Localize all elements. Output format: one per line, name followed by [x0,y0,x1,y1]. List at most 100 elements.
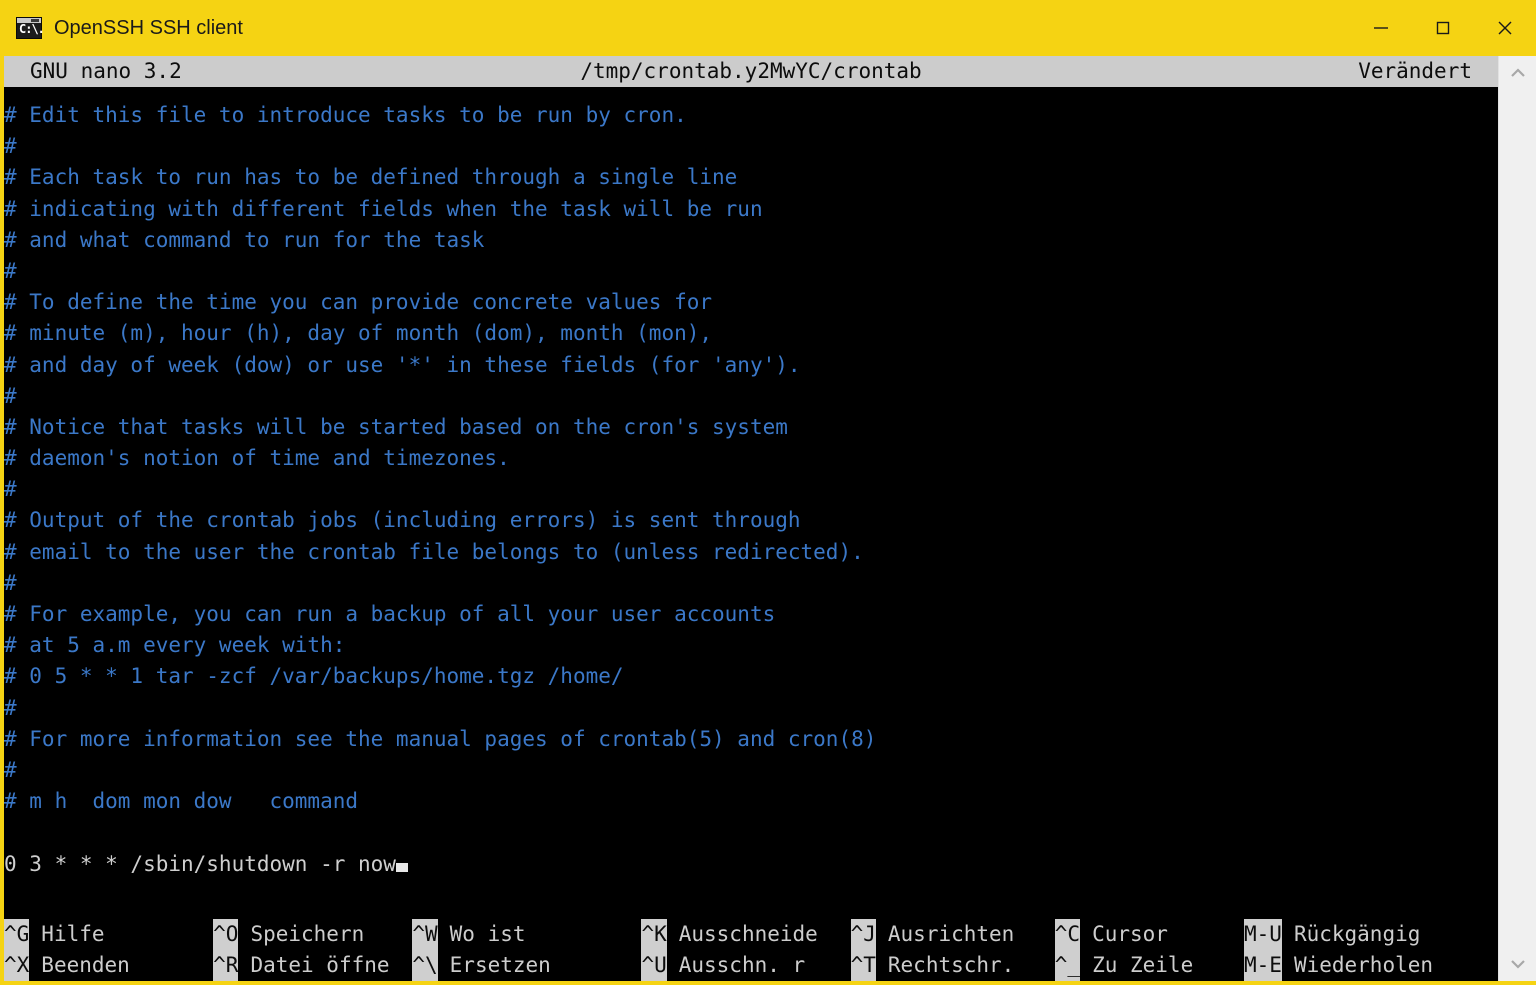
shortcut-item[interactable]: ^\ Ersetzen [412,950,642,981]
nano-modified-status: Verändert [1358,59,1472,83]
shortcut-key: ^R [213,950,239,981]
terminal-surface[interactable]: GNU nano 3.2 /tmp/crontab.y2MwYC/crontab… [4,56,1498,981]
shortcut-label: Wo ist [437,919,642,950]
editor-line: # For example, you can run a backup of a… [4,599,1498,630]
scroll-down-button[interactable] [1499,947,1536,981]
console-icon: C:\. [16,17,45,39]
editor-line: # m h dom mon dow command [4,786,1498,817]
editor-line: # For more information see the manual pa… [4,724,1498,755]
shortcut-item[interactable]: ^W Wo ist [412,919,642,950]
editor-line: # Notice that tasks will be started base… [4,412,1498,443]
scroll-up-button[interactable] [1499,56,1536,90]
shortcut-label: Speichern [238,919,413,950]
shortcut-key: M-E [1244,950,1282,981]
shortcut-key: ^X [4,950,30,981]
editor-line-text: # To define the time you can provide con… [4,290,713,315]
minimize-icon [1374,27,1388,29]
editor-line-text: # and day of week (dow) or use '*' in th… [4,352,801,377]
shortcut-row-2: ^X Beenden ^R Datei öffne ^\ Ersetzen ^U Aussch… [4,950,1498,981]
shortcut-item[interactable]: ^K Ausschneide [641,919,851,950]
shortcut-label: Rückgängig [1281,919,1498,950]
shortcut-label: Zu Zeile [1080,950,1245,981]
editor-line: # 0 5 * * 1 tar -zcf /var/backups/home.t… [4,661,1498,692]
editor-line-text: # Output of the crontab jobs (including … [4,508,801,533]
editor-line-text: # daemon's notion of time and timezones. [4,446,510,471]
shortcut-label: Ausrichten [875,919,1055,950]
editor-line-text: # 0 5 * * 1 tar -zcf /var/backups/home.t… [4,664,624,689]
editor-line-text: # at 5 a.m every week with: [4,633,346,658]
shortcut-label: Cursor [1080,919,1245,950]
nano-filename-label: /tmp/crontab.y2MwYC/crontab [580,59,922,83]
editor-line-text: # [4,570,17,595]
shortcut-key: ^T [850,950,876,981]
terminal-frame: GNU nano 3.2 /tmp/crontab.y2MwYC/crontab… [0,56,1536,985]
maximize-icon [1436,21,1450,35]
window-controls [1350,0,1536,56]
editor-line-text: # [4,757,17,782]
shortcut-label: Wiederholen [1281,950,1498,981]
shortcut-item[interactable]: ^U Ausschn. r [641,950,851,981]
editor-line-text: # [4,695,17,720]
shortcut-key: ^K [641,919,667,950]
close-icon [1498,21,1512,35]
window-titlebar: C:\. OpenSSH SSH client [0,0,1536,56]
editor-line: # indicating with different fields when … [4,194,1498,225]
nano-edit-buffer[interactable]: # Edit this file to introduce tasks to b… [4,87,1498,919]
window-scrollbar[interactable] [1498,56,1536,981]
shortcut-label: Ausschneide [666,919,851,950]
editor-line-text: # [4,134,17,159]
shortcut-item[interactable]: ^_ Zu Zeile [1054,950,1245,981]
shortcut-label: Ersetzen [437,950,642,981]
shortcut-key: ^U [641,950,667,981]
editor-line: # [4,693,1498,724]
editor-line-text: # [4,258,17,283]
minimize-button[interactable] [1350,0,1412,56]
editor-line: # Edit this file to introduce tasks to b… [4,100,1498,131]
editor-line-text: # [4,383,17,408]
shortcut-key: M-U [1244,919,1282,950]
shortcut-label: Beenden [29,950,214,981]
editor-line-text: 0 3 * * * /sbin/shutdown -r now [4,851,396,876]
text-cursor [395,862,408,872]
shortcut-item[interactable]: ^G Hilfe [4,919,214,950]
shortcut-item[interactable]: ^C Cursor [1054,919,1245,950]
shortcut-row-1: ^G Hilfe ^O Speichern ^W Wo ist ^K Ausschneide ^… [4,919,1498,950]
titlebar-left-group: C:\. OpenSSH SSH client [0,17,243,40]
window-title: OpenSSH SSH client [54,16,243,39]
editor-line: # [4,568,1498,599]
editor-line-text: # For example, you can run a backup of a… [4,602,776,626]
editor-line-text: # For more information see the manual pa… [4,726,877,751]
editor-line: # Each task to run has to be defined thr… [4,162,1498,193]
shortcut-key: ^J [850,919,876,950]
shortcut-label: Datei öffne [238,950,413,981]
editor-line-text: # Edit this file to introduce tasks to b… [4,103,687,127]
shortcut-item[interactable]: ^X Beenden [4,950,214,981]
editor-line-text: # m h dom mon dow command [4,789,359,814]
shortcut-item[interactable]: M-E Wiederholen [1244,950,1498,981]
maximize-button[interactable] [1412,0,1474,56]
shortcut-item[interactable]: ^R Datei öffne [213,950,413,981]
shortcut-item[interactable]: ^J Ausrichten [850,919,1055,950]
editor-line: 0 3 * * * /sbin/shutdown -r now [4,849,1498,880]
shortcut-item[interactable]: ^T Rechtschr. [850,950,1055,981]
nano-header-bar: GNU nano 3.2 /tmp/crontab.y2MwYC/crontab… [4,56,1498,87]
editor-line: # daemon's notion of time and timezones. [4,443,1498,474]
shortcut-item[interactable]: ^O Speichern [213,919,413,950]
editor-line: # [4,256,1498,287]
shortcut-key: ^G [4,919,30,950]
editor-line: # [4,755,1498,786]
editor-line: # email to the user the crontab file bel… [4,537,1498,568]
shortcut-key: ^_ [1054,950,1081,981]
close-button[interactable] [1474,0,1536,56]
shortcut-key: ^C [1054,919,1081,950]
chevron-up-icon [1510,68,1525,77]
editor-line: # [4,131,1498,162]
shortcut-key: ^\ [412,950,438,981]
scrollbar-track[interactable] [1499,90,1536,947]
console-icon-titlebar [17,18,41,23]
editor-line-text: # indicating with different fields when … [4,196,763,221]
shortcut-label: Hilfe [29,919,214,950]
editor-line: # and day of week (dow) or use '*' in th… [4,350,1498,381]
shortcut-item[interactable]: M-U Rückgängig [1244,919,1498,950]
